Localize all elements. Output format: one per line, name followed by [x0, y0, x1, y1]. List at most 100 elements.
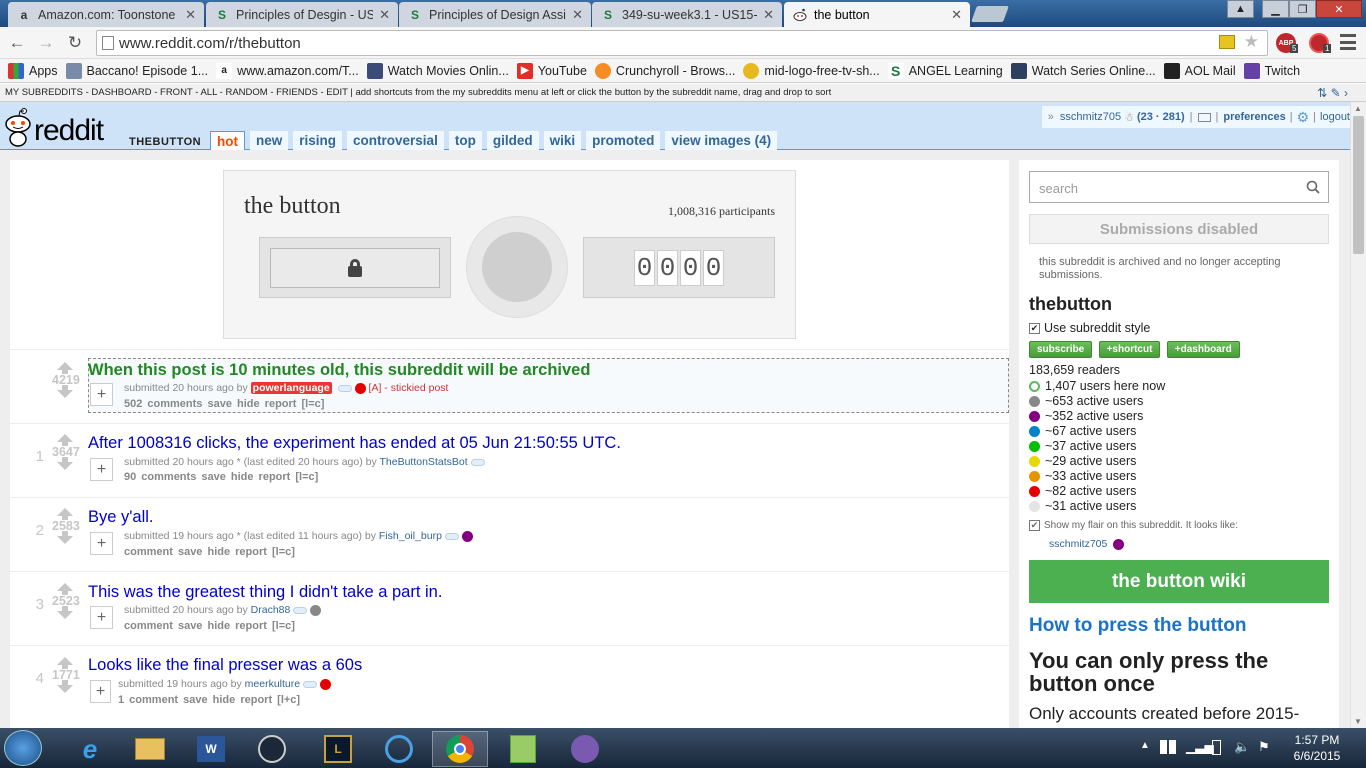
windows-flag-icon[interactable]: [1160, 740, 1176, 754]
close-icon[interactable]: ✕: [763, 7, 774, 23]
author-link[interactable]: TheButtonStatsBot: [379, 456, 467, 468]
reload-icon[interactable]: ↻: [65, 33, 85, 53]
bookmark-watch-series[interactable]: Watch Series Online...: [1010, 62, 1156, 79]
user-icon[interactable]: ▲: [1227, 0, 1254, 18]
tray-arrow-icon[interactable]: ▲: [1140, 740, 1150, 751]
checkbox-icon[interactable]: ✔: [1029, 323, 1040, 335]
back-icon[interactable]: ←: [7, 33, 27, 53]
bookmark-flag-icon[interactable]: [1219, 35, 1235, 49]
tab-gilded[interactable]: gilded: [486, 131, 539, 150]
browser-tab-week3[interactable]: S 349-su-week3.1 - US15-T( ✕: [592, 2, 782, 27]
bookmark-crunchyroll[interactable]: Crunchyroll - Brows...: [594, 62, 735, 79]
bookmark-mid-logo[interactable]: mid-logo-free-tv-sh...: [743, 62, 880, 79]
downvote-icon[interactable]: [57, 457, 73, 470]
post-title[interactable]: Bye y'all.: [88, 508, 154, 527]
author-link[interactable]: Drach88: [251, 604, 291, 616]
page-scrollbar[interactable]: ▲ ▼: [1350, 102, 1366, 728]
use-style-toggle[interactable]: ✔ Use subreddit style: [1029, 321, 1150, 335]
upvote-icon[interactable]: [57, 583, 73, 595]
gear-icon[interactable]: ⚙: [1297, 109, 1310, 126]
bookmark-watch-movies[interactable]: Watch Movies Onlin...: [366, 62, 509, 79]
author-link[interactable]: Fish_oil_burp: [379, 530, 442, 542]
expand-button[interactable]: +: [90, 383, 113, 406]
author-link[interactable]: meerkulture: [245, 678, 300, 690]
post-title[interactable]: After 1008316 clicks, the experiment has…: [88, 434, 621, 453]
wiki-button[interactable]: the button wiki: [1029, 560, 1329, 603]
battlenet-icon[interactable]: [371, 731, 427, 767]
menu-icon[interactable]: [1340, 34, 1356, 50]
bookmark-apps[interactable]: Apps: [8, 62, 58, 79]
close-icon[interactable]: ✕: [572, 7, 583, 23]
username-link[interactable]: sschmitz705: [1060, 111, 1121, 123]
post-actions[interactable]: 1 comment save hide report [l+c]: [118, 694, 300, 706]
league-icon[interactable]: L: [310, 731, 366, 767]
volume-icon[interactable]: 🔈: [1234, 739, 1250, 755]
shortcut-button[interactable]: +shortcut: [1098, 341, 1161, 358]
word-icon[interactable]: W: [183, 731, 239, 767]
app-icon[interactable]: [557, 731, 613, 767]
star-icon[interactable]: ★: [1244, 32, 1259, 52]
sort-icon[interactable]: ⇅ ✎ ›: [1317, 86, 1348, 100]
expand-button[interactable]: +: [90, 680, 111, 703]
window-close-button[interactable]: ✕: [1316, 0, 1362, 18]
chrome-icon[interactable]: [432, 731, 488, 767]
post-actions[interactable]: comment save hide report [l=c]: [124, 620, 295, 632]
bookmark-youtube[interactable]: ▶ YouTube: [516, 62, 587, 79]
bookmark-twitch[interactable]: Twitch: [1243, 62, 1300, 79]
tab-rising[interactable]: rising: [293, 131, 343, 150]
search-icon[interactable]: [1306, 180, 1320, 194]
steam-icon[interactable]: [244, 731, 300, 767]
reddit-logo[interactable]: reddit: [2, 106, 117, 148]
battery-icon[interactable]: [1212, 740, 1221, 755]
mail-icon[interactable]: [1197, 112, 1211, 122]
explorer-icon[interactable]: [122, 731, 178, 767]
preferences-link[interactable]: preferences: [1223, 111, 1285, 123]
forward-icon[interactable]: →: [36, 33, 56, 53]
expand-button[interactable]: +: [90, 606, 113, 629]
bookmark-aol[interactable]: AOL Mail: [1163, 62, 1236, 79]
subreddit-bar[interactable]: MY SUBREDDITS - DASHBOARD - FRONT - ALL …: [0, 84, 1366, 102]
scroll-down-icon[interactable]: ▼: [1354, 717, 1362, 726]
tab-view-images[interactable]: view images (4): [665, 131, 778, 150]
bookmark-baccano[interactable]: Baccano! Episode 1...: [65, 62, 208, 79]
minimize-button[interactable]: ▁: [1262, 0, 1289, 18]
browser-tab-principles-2[interactable]: S Principles of Design Assig ✕: [399, 2, 591, 27]
flag-icon[interactable]: ⚑: [1258, 739, 1270, 755]
upvote-icon[interactable]: [57, 657, 73, 669]
downvote-icon[interactable]: [57, 680, 73, 693]
browser-tab-principles-1[interactable]: S Principles of Desgin - US1 ✕: [206, 2, 398, 27]
show-flair-toggle[interactable]: ✔ Show my flair on this subreddit. It loo…: [1029, 520, 1238, 531]
post-actions[interactable]: comment save hide report [l=c]: [124, 546, 295, 558]
post-actions[interactable]: 90 comments save hide report [l=c]: [124, 471, 318, 483]
tab-top[interactable]: top: [448, 131, 482, 150]
scroll-up-icon[interactable]: ▲: [1354, 104, 1362, 113]
maximize-button[interactable]: ❐: [1289, 0, 1316, 18]
upvote-icon[interactable]: [57, 362, 73, 374]
notepadpp-icon[interactable]: [495, 731, 551, 767]
tab-hot[interactable]: hot: [210, 131, 245, 151]
post-title[interactable]: Looks like the final presser was a 60s: [88, 656, 362, 675]
signal-icon[interactable]: ▁▃▅: [1186, 740, 1214, 754]
post-title[interactable]: This was the greatest thing I didn't tak…: [88, 583, 442, 602]
author-link[interactable]: powerlanguage: [250, 382, 332, 394]
start-button[interactable]: [4, 730, 42, 766]
bookmark-amazon[interactable]: a www.amazon.com/T...: [216, 62, 359, 79]
downvote-icon[interactable]: [57, 385, 73, 398]
tab-promoted[interactable]: promoted: [586, 131, 661, 150]
browser-tab-thebutton[interactable]: the button ✕: [784, 2, 970, 27]
dashboard-button[interactable]: +dashboard: [1166, 341, 1240, 358]
clock[interactable]: 1:57 PM 6/6/2015: [1282, 732, 1352, 764]
new-tab-button[interactable]: [971, 6, 1009, 22]
tab-wiki[interactable]: wiki: [543, 131, 582, 150]
tab-controversial[interactable]: controversial: [347, 131, 444, 150]
post-title[interactable]: When this post is 10 minutes old, this s…: [88, 361, 590, 380]
downvote-icon[interactable]: [57, 606, 73, 619]
expand-button[interactable]: +: [90, 532, 113, 555]
post-actions[interactable]: 502 comments save hide report [l=c]: [124, 398, 324, 410]
expand-icon[interactable]: »: [1048, 111, 1054, 123]
ie-icon[interactable]: e: [62, 731, 118, 767]
close-icon[interactable]: ✕: [185, 7, 196, 23]
close-icon[interactable]: ✕: [951, 7, 962, 23]
browser-tab-amazon[interactable]: a Amazon.com: Toonstone ✕: [8, 2, 204, 27]
upvote-icon[interactable]: [57, 434, 73, 446]
